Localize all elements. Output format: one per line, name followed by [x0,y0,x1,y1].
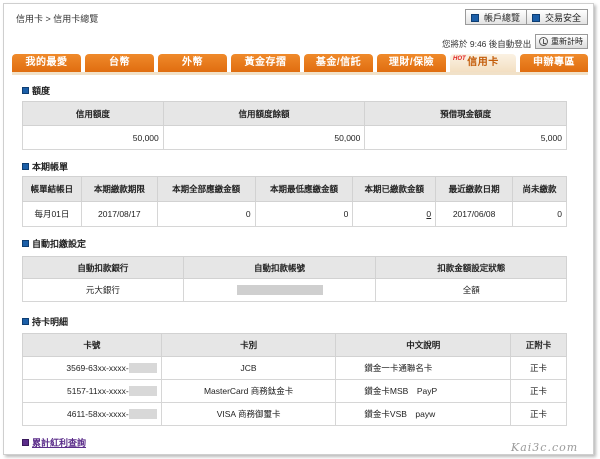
square-bullet-icon [22,439,29,446]
paid-amount-cell: 0 [352,201,437,227]
column-header: 尚未繳款 [512,176,567,202]
table-header-row: 卡號 卡別 中文說明 正附卡 [22,333,567,357]
statement-table: 帳單結帳日 本期繳款期限 本期全部應繳金額 本期最低應繳金額 本期已繳款金額 最… [22,176,567,227]
column-header: 正附卡 [510,333,567,357]
credit-limit-table: 信用額度 信用額度餘額 預借現金額度 50,000 50,000 5,000 [22,101,567,150]
tab-underline [12,72,588,75]
billing-date-cell: 每月01日 [22,201,82,227]
square-bullet-icon [22,87,29,94]
auto-logout-text: 您將於 9:46 後自動登出 [442,39,532,49]
card-number-cell: 4611-58xx-xxxx- [22,402,162,426]
column-header: 最近繳款日期 [435,176,514,202]
column-header: 本期最低應繳金額 [254,176,354,202]
breadcrumb: 信用卡 > 信用卡總覽 [16,14,99,24]
hot-badge: HOT [453,56,466,62]
table-row: 3569-63xx-xxxx- JCB 鑽金一卡通聯名卡 正卡 [22,356,567,380]
unpaid-cell: 0 [512,201,567,227]
due-date-cell: 2017/08/17 [80,201,158,227]
main-tabs: 我的最愛 台幣 外幣 黃金存摺 基金/信託 理財/保險 HOT 信用卡 申辦專區 [12,54,588,74]
table-header-row: 自動扣款銀行 自動扣款帳號 扣款金額設定狀態 [22,256,567,279]
cards-table: 卡號 卡別 中文說明 正附卡 3569-63xx-xxxx- JCB 鑽金一卡通… [22,333,567,426]
square-bullet-icon [22,240,29,247]
paid-amount-link[interactable]: 0 [426,209,431,219]
card-desc-cell: 鑽金卡VSB payw [335,402,512,426]
account-overview-button[interactable]: 帳戶總覽 [465,9,528,25]
autopay-bank-cell: 元大銀行 [22,278,184,302]
page-frame: 信用卡 > 信用卡總覽 帳戶總覽 交易安全 您將於 9:46 後自動登出 重新計… [3,3,594,455]
column-header: 卡別 [160,333,337,357]
tab-credit-card[interactable]: HOT 信用卡 [450,54,516,72]
rewards-query-link[interactable]: 累計紅利查詢 [22,436,86,449]
section-cards-title: 持卡明細 [22,315,68,328]
column-header: 卡號 [22,333,162,357]
autopay-status-cell: 全額 [375,278,567,302]
table-row: 5157-11xx-xxxx- MasterCard 商務鈦金卡 鑽金卡MSB … [22,379,567,403]
tab-wealth-insurance[interactable]: 理財/保險 [377,54,446,72]
section-credit-limit-title: 額度 [22,84,50,97]
table-row: 4611-58xx-xxxx- VISA 商務御璽卡 鑽金卡VSB payw 正… [22,402,567,426]
column-header: 本期全部應繳金額 [156,176,256,202]
square-bullet-icon [532,13,540,22]
card-primary-cell: 正卡 [510,379,567,403]
column-header: 中文說明 [335,333,512,357]
reset-timer-label: 重新計時 [551,37,583,46]
card-number-cell: 3569-63xx-xxxx- [22,356,162,380]
column-header: 信用額度餘額 [162,101,366,126]
card-type-cell: MasterCard 商務鈦金卡 [160,379,337,403]
top-bar: 信用卡 > 信用卡總覽 帳戶總覽 交易安全 [4,4,593,28]
cash-advance-value: 5,000 [364,125,567,150]
card-type-cell: JCB [160,356,337,380]
total-due-cell: 0 [156,201,256,227]
tab-favorites[interactable]: 我的最愛 [12,54,81,72]
redacted-digits [128,363,157,374]
tab-twd[interactable]: 台幣 [85,54,154,72]
column-header: 信用額度 [22,101,164,126]
credit-limit-value: 50,000 [22,125,164,150]
table-row: 元大銀行 全額 [22,278,567,302]
tab-apply[interactable]: 申辦專區 [520,54,588,72]
minimum-due-cell: 0 [254,201,354,227]
square-bullet-icon [471,13,479,22]
card-type-cell: VISA 商務御璽卡 [160,402,337,426]
section-statement-title: 本期帳單 [22,160,68,173]
redacted-account [236,285,323,296]
tab-fund-trust[interactable]: 基金/信託 [304,54,373,72]
watermark: Kai3c.com [511,441,579,454]
square-bullet-icon [22,318,29,325]
column-header: 本期繳款期限 [80,176,158,202]
last-payment-date-cell: 2017/06/08 [435,201,514,227]
column-header: 本期已繳款金額 [352,176,437,202]
section-autopay-title: 自動扣繳設定 [22,237,86,250]
redacted-digits [128,386,157,397]
column-header: 預借現金額度 [364,101,567,126]
transaction-security-label: 交易安全 [545,13,582,23]
table-header-row: 信用額度 信用額度餘額 預借現金額度 [22,101,567,126]
autopay-account-cell [182,278,377,302]
tab-foreign-currency[interactable]: 外幣 [158,54,227,72]
clock-icon [539,37,548,46]
credit-remaining-value: 50,000 [162,125,366,150]
transaction-security-button[interactable]: 交易安全 [526,9,589,25]
table-row: 每月01日 2017/08/17 0 0 0 2017/06/08 0 [22,201,567,227]
square-bullet-icon [22,163,29,170]
account-overview-label: 帳戶總覽 [484,13,521,23]
column-header: 自動扣款帳號 [182,256,377,279]
table-row: 50,000 50,000 5,000 [22,125,567,150]
card-primary-cell: 正卡 [510,356,567,380]
table-header-row: 帳單結帳日 本期繳款期限 本期全部應繳金額 本期最低應繳金額 本期已繳款金額 最… [22,176,567,202]
card-desc-cell: 鑽金一卡通聯名卡 [335,356,512,380]
column-header: 帳單結帳日 [22,176,82,202]
card-primary-cell: 正卡 [510,402,567,426]
autopay-table: 自動扣款銀行 自動扣款帳號 扣款金額設定狀態 元大銀行 全額 [22,256,567,302]
reset-timer-button[interactable]: 重新計時 [535,34,588,49]
card-desc-cell: 鑽金卡MSB PayP [335,379,512,403]
redacted-digits [128,409,157,420]
card-number-cell: 5157-11xx-xxxx- [22,379,162,403]
column-header: 自動扣款銀行 [22,256,184,279]
column-header: 扣款金額設定狀態 [375,256,567,279]
tab-gold-passbook[interactable]: 黃金存摺 [231,54,300,72]
